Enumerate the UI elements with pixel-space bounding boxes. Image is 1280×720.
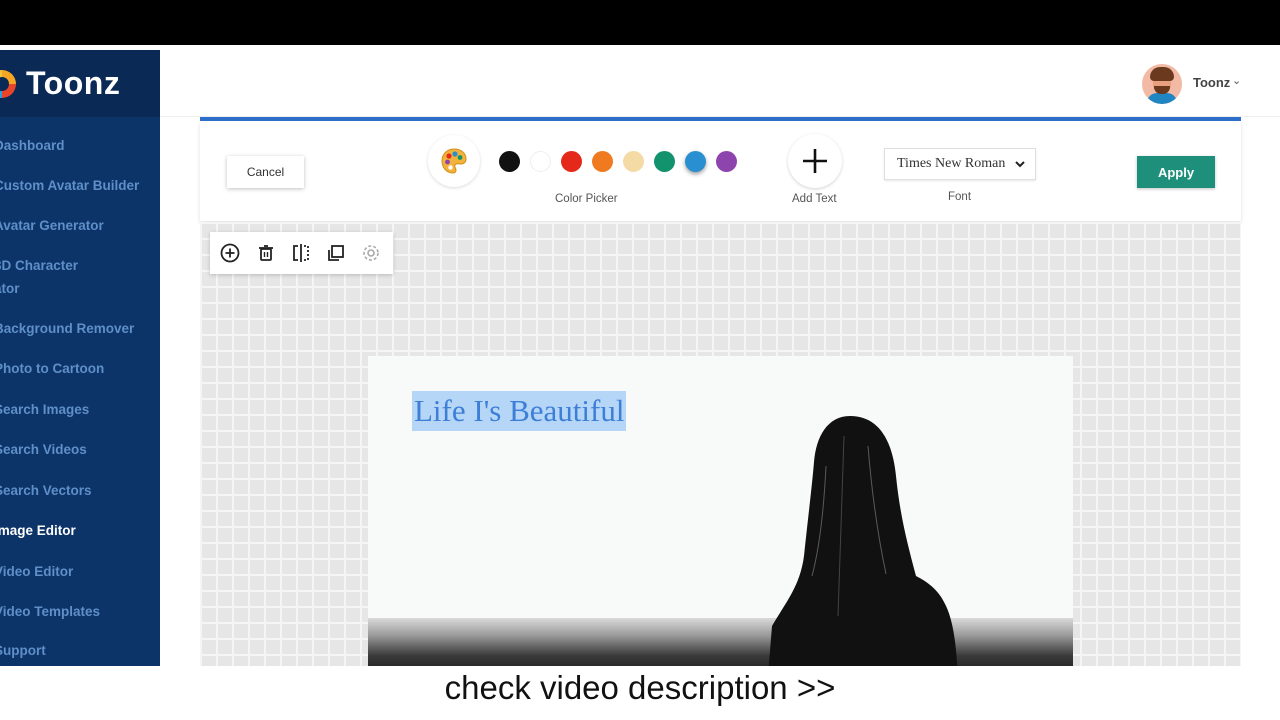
- cancel-button[interactable]: Cancel: [227, 156, 304, 188]
- color-swatch[interactable]: [561, 151, 582, 172]
- toonz-logo-icon: [0, 70, 16, 98]
- color-swatch[interactable]: [592, 151, 613, 172]
- sidebar-item-3d-character[interactable]: 3D Character: [0, 254, 160, 277]
- sidebar-item-support[interactable]: Support: [0, 639, 160, 662]
- sidebar-item-avatar-generator[interactable]: Avatar Generator: [0, 214, 160, 237]
- sidebar-item-search-images[interactable]: Search Images: [0, 398, 160, 421]
- editor-workspace: Life I's Beautiful: [200, 222, 1241, 666]
- video-caption: check video description >>: [444, 669, 836, 706]
- color-picker-label: Color Picker: [555, 193, 618, 205]
- palette-icon: [441, 148, 467, 174]
- sidebar-item-3d-character-line2[interactable]: ator: [0, 277, 160, 300]
- logo-text: Toonz: [26, 65, 121, 101]
- color-swatch[interactable]: [623, 151, 644, 172]
- sidebar-nav: Dashboard Custom Avatar Builder Avatar G…: [0, 134, 160, 658]
- canvas-text-layer[interactable]: Life I's Beautiful: [414, 393, 624, 428]
- color-swatch[interactable]: [499, 151, 520, 172]
- plus-icon: [803, 149, 827, 173]
- font-select-value: Times New Roman: [897, 156, 1006, 171]
- settings-icon[interactable]: [360, 242, 382, 264]
- sidebar-item-photo-to-cartoon[interactable]: Photo to Cartoon: [0, 357, 160, 380]
- user-name[interactable]: Toonz: [1193, 75, 1230, 90]
- font-select[interactable]: Times New Roman: [884, 148, 1036, 180]
- sidebar-item-background-remover[interactable]: Background Remover: [0, 317, 160, 340]
- color-swatch[interactable]: [685, 151, 706, 172]
- sidebar-item-search-vectors[interactable]: Search Vectors: [0, 479, 160, 502]
- sidebar-item-custom-avatar-builder[interactable]: Custom Avatar Builder: [0, 174, 160, 197]
- logo[interactable]: Toonz: [0, 50, 160, 117]
- woman-silhouette-image: [768, 416, 958, 666]
- flip-icon[interactable]: [290, 242, 312, 264]
- apply-button[interactable]: Apply: [1137, 156, 1215, 188]
- sidebar-item-image-editor[interactable]: Image Editor: [0, 519, 160, 542]
- sidebar: Toonz Dashboard Custom Avatar Builder Av…: [0, 50, 160, 666]
- color-swatch[interactable]: [716, 151, 737, 172]
- add-circle-icon[interactable]: [219, 242, 241, 264]
- duplicate-icon[interactable]: [325, 242, 347, 264]
- trash-icon[interactable]: [255, 242, 277, 264]
- sidebar-item-video-templates[interactable]: Video Templates: [0, 600, 160, 623]
- text-selection-highlight[interactable]: Life I's Beautiful: [412, 391, 627, 431]
- user-avatar[interactable]: [1142, 64, 1182, 104]
- color-swatch[interactable]: [530, 151, 551, 172]
- sidebar-item-video-editor[interactable]: Video Editor: [0, 560, 160, 583]
- chevron-down-icon[interactable]: ⌄: [1232, 74, 1241, 87]
- color-picker-button[interactable]: [428, 135, 480, 187]
- top-header: Toonz ⌄: [160, 50, 1280, 117]
- image-canvas[interactable]: Life I's Beautiful: [368, 356, 1073, 666]
- font-label: Font: [948, 191, 972, 203]
- text-toolbar: Cancel Color Picker Add Text Times New R…: [200, 121, 1241, 221]
- chevron-down-icon: [1015, 161, 1025, 168]
- top-black-bar: [0, 0, 1280, 45]
- color-swatch[interactable]: [654, 151, 675, 172]
- add-text-label: Add Text: [792, 193, 837, 205]
- object-tools: [210, 232, 393, 274]
- sidebar-item-dashboard[interactable]: Dashboard: [0, 134, 160, 157]
- sidebar-item-search-videos[interactable]: Search Videos: [0, 438, 160, 461]
- add-text-button[interactable]: [788, 134, 842, 188]
